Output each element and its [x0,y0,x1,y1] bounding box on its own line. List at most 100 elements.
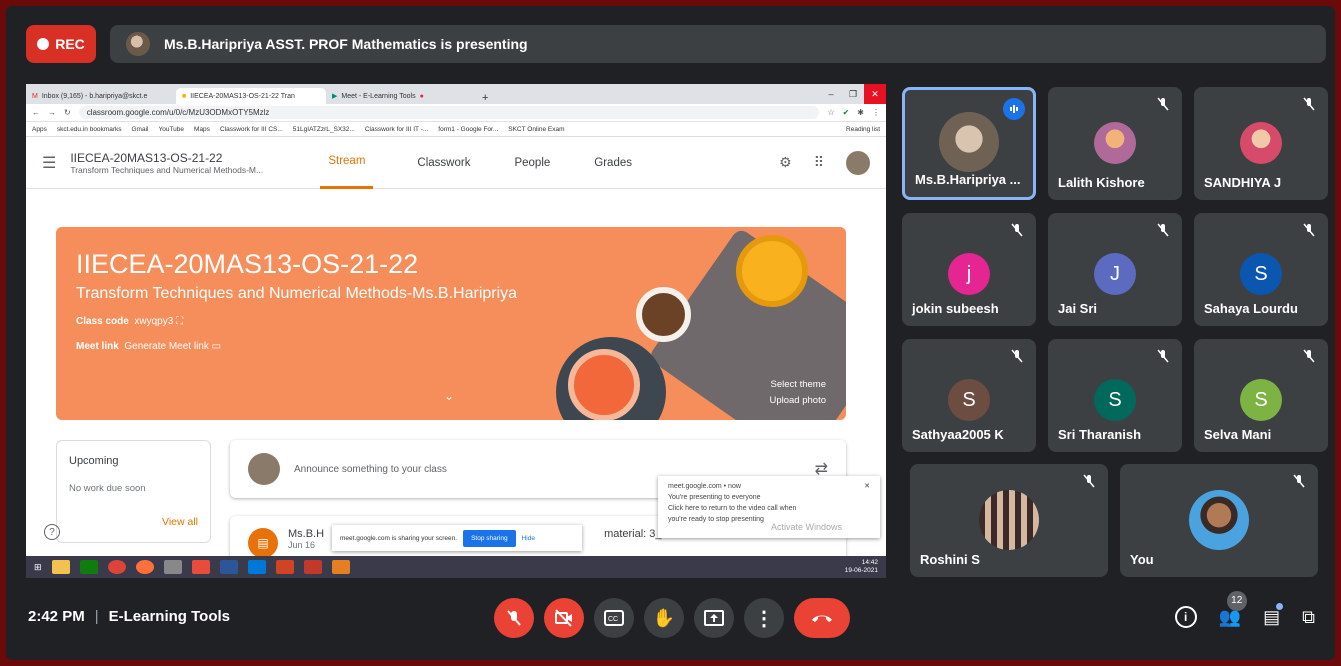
close-icon[interactable]: ✕ [864,84,886,104]
mic-toggle-button[interactable] [494,598,534,638]
bookmark[interactable]: Apps [32,126,47,133]
url-field[interactable]: classroom.google.com/u/0/c/MzU3ODMxOTY5M… [78,106,820,119]
settings-gear-icon[interactable]: ⚙ [779,154,792,171]
tab-people[interactable]: People [514,157,550,169]
presenting-banner: Ms.B.Haripriya ASST. PROF Mathematics is… [110,25,1326,63]
browser-tabbar: M Inbox (9,165) - b.haripriya@skct.e ■ IIE… [26,84,886,104]
info-icon[interactable]: i [1174,606,1197,628]
back-icon[interactable]: ← [32,108,40,117]
leave-call-button[interactable] [794,598,850,638]
bookmark-reading-list[interactable]: Reading list [846,126,880,133]
bookmark[interactable]: skct.edu.in bookmarks [57,126,122,133]
banner-art [568,349,640,420]
chevron-down-icon[interactable]: ⌄ [444,389,454,403]
banner-title: IIECEA-20MAS13-OS-21-22 [76,249,419,279]
file-explorer-icon[interactable] [51,560,70,574]
mic-off-icon [1157,223,1169,237]
activities-icon[interactable]: ⧉ [1302,607,1315,628]
class-title: IIECEA-20MAS13-OS-21-22 [70,150,223,165]
extensions-icon[interactable]: ✱ [857,108,864,117]
minimize-icon[interactable]: – [820,84,842,104]
bookmark[interactable]: Classwork for III CS... [220,126,283,133]
tab-classwork[interactable]: Classwork [417,157,470,169]
maximize-icon[interactable]: ❐ [842,84,864,104]
upload-photo-link[interactable]: Upload photo [769,393,826,409]
address-bar-row: ← → ↻ classroom.google.com/u/0/c/MzU3ODM… [26,104,886,122]
edge-icon[interactable] [247,560,266,574]
chrome-icon[interactable] [107,560,126,574]
camera-toggle-button[interactable] [544,598,584,638]
fullscreen-icon[interactable]: ⛶ [176,316,183,327]
participant-tile[interactable]: S Sathyaa2005 K [902,339,1036,452]
close-icon[interactable]: ✕ [864,481,870,492]
new-tab-icon[interactable]: + [476,92,494,104]
participant-tile[interactable]: You [1120,464,1318,577]
shield-icon[interactable] [331,560,350,574]
hide-button[interactable]: Hide [522,535,535,542]
bookmark[interactable]: 51LgIATZzrL_SX32... [293,126,355,133]
participant-tile[interactable]: Lalith Kishore [1048,87,1182,200]
participant-tile[interactable]: Roshini S [910,464,1108,577]
participant-tile[interactable]: SANDHIYA J [1194,87,1328,200]
help-icon[interactable]: ? [44,524,60,540]
participant-tile[interactable]: S Sri Tharanish [1048,339,1182,452]
meet-notification[interactable]: meet.google.com • now ✕ You're presentin… [658,476,880,538]
bookmark[interactable]: SKCT Online Exam [508,126,564,133]
recording-indicator: REC [26,25,96,63]
menu-dots-icon[interactable]: ⋮ [872,108,880,117]
bookmark[interactable]: Gmail [132,126,149,133]
class-code-row: Class code xwyqpy3 ⛶ [76,316,183,327]
participant-tile[interactable]: S Sahaya Lourdu [1194,213,1328,326]
account-avatar[interactable] [846,150,870,175]
taskbar-clock[interactable]: 14:42 19-06-2021 [845,559,878,575]
participant-name: Jai Sri [1058,301,1098,316]
download-icon[interactable] [191,560,210,574]
check-icon[interactable]: ✔ [843,108,850,117]
people-button[interactable]: 12 👥 [1219,590,1247,628]
tab-stream[interactable]: Stream [320,137,374,189]
more-options-button[interactable]: ⋮ [744,598,784,638]
browser-tab-classroom[interactable]: ■ IIECEA-20MAS13-OS-21-22 Tran [176,88,326,104]
reload-icon[interactable]: ↻ [64,108,71,117]
shared-screen[interactable]: M Inbox (9,165) - b.haripriya@skct.e ■ IIE… [26,84,886,578]
participant-tile[interactable]: S Selva Mani [1194,339,1328,452]
participant-initial: S [1240,379,1282,421]
banner-art [636,287,691,342]
store-icon[interactable] [79,560,98,574]
stop-sharing-button[interactable]: Stop sharing [463,529,516,547]
media-icon[interactable] [303,560,322,574]
bookmark[interactable]: form1 - Google For... [438,126,498,133]
forward-icon[interactable]: → [48,108,56,117]
present-button[interactable] [694,598,734,638]
tab-grades[interactable]: Grades [594,157,632,169]
powerpoint-icon[interactable] [275,560,294,574]
word-icon[interactable] [219,560,238,574]
apps-grid-icon[interactable]: ⠿ [814,154,824,171]
bookmark[interactable]: Maps [194,126,210,133]
participant-name: Ms.B.Haripriya ... [915,172,1021,187]
header-actions: ⚙ ⠿ [779,150,870,175]
browser-tab-gmail[interactable]: M Inbox (9,165) - b.haripriya@skct.e [26,88,176,104]
firefox-icon[interactable] [135,560,154,574]
banner-actions: Select theme Upload photo [769,377,826,409]
browser-tab-meet[interactable]: ▶ Meet - E-Learning Tools ● [326,88,476,104]
chat-button[interactable]: ▤ [1263,602,1284,628]
meet-link-label: Meet link [76,341,119,352]
captions-button[interactable]: CC [594,598,634,638]
star-icon[interactable]: ☆ [827,108,834,117]
class-title-block[interactable]: IIECEA-20MAS13-OS-21-22 Transform Techni… [70,151,280,175]
participant-tile[interactable]: J Jai Sri [1048,213,1182,326]
bookmark[interactable]: YouTube [158,126,184,133]
bookmark[interactable]: Classwork for III IT -... [365,126,428,133]
raise-hand-button[interactable]: ✋ [644,598,684,638]
participant-tile[interactable]: Ms.B.Haripriya ... [902,87,1036,200]
participant-tile[interactable]: j jokin subeesh [902,213,1036,326]
hamburger-menu-icon[interactable]: ☰ [42,153,56,173]
view-all-link[interactable]: View all [162,516,198,528]
windows-start-icon[interactable]: ⊞ [34,562,42,573]
generate-meet-link[interactable]: Generate Meet link [124,341,209,352]
app-icon[interactable] [163,560,182,574]
video-camera-icon[interactable]: ▭ [212,341,221,352]
chat-icon: ▤ [1263,606,1281,627]
select-theme-link[interactable]: Select theme [769,377,826,393]
